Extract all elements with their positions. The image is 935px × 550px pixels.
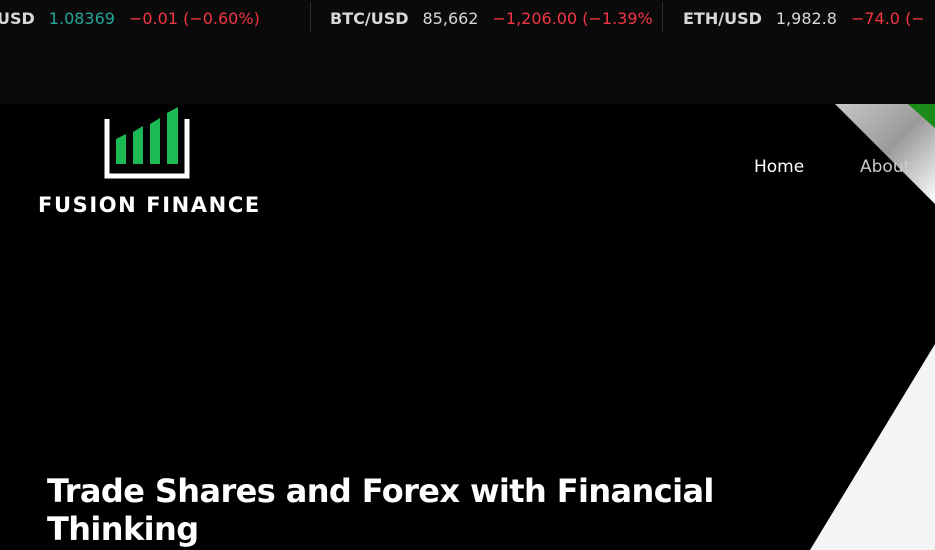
ticker-symbol: BTC/USD — [330, 8, 409, 28]
ticker-tape: USD 1.08369 −0.01 (−0.60%) BTC/USD 85,66… — [0, 0, 935, 104]
grey-stripe-top — [835, 104, 935, 204]
ticker-divider — [662, 2, 663, 32]
ticker-change: −0.01 (−0.60%) — [128, 8, 260, 28]
hero-title: Trade Shares and Forex with Financial Th… — [47, 472, 714, 548]
brand-name[interactable]: FUSION FINANCE — [38, 193, 261, 217]
nav-item-about[interactable]: About — [860, 157, 910, 177]
bar-chart-logo-icon[interactable] — [104, 107, 190, 179]
ticker-change: −74.0 (− — [850, 8, 925, 28]
ticker-divider — [310, 2, 311, 32]
nav-item-home[interactable]: Home — [754, 157, 804, 177]
ticker-symbol: USD — [0, 8, 35, 28]
ticker-item-usd[interactable]: USD 1.08369 −0.01 (−0.60%) — [0, 6, 260, 30]
ticker-price: 85,662 — [422, 8, 479, 28]
ticker-symbol: ETH/USD — [683, 8, 762, 28]
ticker-item-btcusd[interactable]: BTC/USD 85,662 −1,206.00 (−1.39% — [330, 6, 653, 30]
ticker-change: −1,206.00 (−1.39% — [492, 8, 653, 28]
ticker-price: 1,982.8 — [775, 8, 837, 28]
ticker-price: 1.08369 — [48, 8, 115, 28]
white-stripe-bottom — [810, 344, 935, 550]
ticker-item-ethusd[interactable]: ETH/USD 1,982.8 −74.0 (− — [683, 6, 925, 30]
